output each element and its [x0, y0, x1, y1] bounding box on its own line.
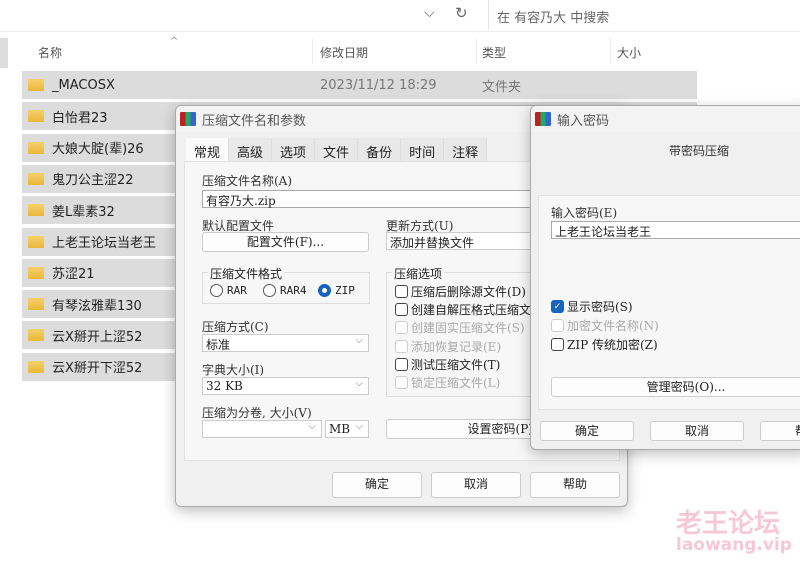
folder-name: 大娘大腚(辈)26 [52, 142, 144, 158]
folder-row[interactable]: _MACOSX 2023/11/12 18:29 文件夹 [22, 71, 697, 99]
password-label: 输入密码(E) [551, 206, 618, 220]
manage-passwords-button[interactable]: 管理密码(O)... [551, 377, 800, 397]
option-checkbox[interactable]: 压缩后删除源文件(D) [395, 283, 526, 300]
search-input[interactable]: 在 有容乃大 中搜索 [488, 0, 800, 30]
column-divider[interactable] [610, 38, 611, 64]
password-dialog: 输入密码 带密码压缩 输入密码(E) 上老王论坛当老王 ✓ 显示密码(S) 加密文… [530, 105, 800, 450]
column-header-date[interactable]: 修改日期 [320, 44, 368, 61]
check-icon: ✓ [551, 300, 564, 313]
folder-name: 姜L辈素32 [52, 204, 115, 220]
refresh-icon[interactable]: ↻ [455, 4, 468, 22]
dict-label: 字典大小(I) [202, 363, 265, 377]
folder-icon [28, 235, 44, 248]
folder-icon [28, 172, 44, 185]
folder-name: _MACOSX [52, 77, 115, 93]
cancel-button[interactable]: 取消 [650, 421, 744, 441]
password-panel: 输入密码(E) 上老王论坛当老王 ✓ 显示密码(S) 加密文件名称(N) ZIP … [538, 195, 800, 410]
radio-rar[interactable]: RAR [210, 284, 247, 297]
folder-icon [28, 79, 44, 91]
option-checkbox[interactable]: 锁定压缩文件(L) [395, 374, 500, 391]
radio-zip[interactable]: ZIP [318, 284, 355, 297]
split-size-select[interactable]: ⌵ [202, 420, 322, 438]
folder-icon [28, 141, 44, 154]
column-divider[interactable] [312, 38, 313, 64]
column-header-type[interactable]: 类型 [482, 44, 506, 61]
archive-name-label: 压缩文件名称(A) [202, 174, 293, 188]
folder-name: 上老王论坛当老王 [52, 236, 157, 251]
show-password-checkbox[interactable]: ✓ 显示密码(S) [551, 298, 633, 315]
help-button[interactable]: 帮助 [530, 472, 620, 498]
option-checkbox[interactable]: 添加恢复记录(E) [395, 338, 501, 355]
dialog-title: 输入密码 [557, 113, 610, 129]
scrollbar[interactable] [0, 38, 8, 68]
folder-name: 云X掰开下涩52 [52, 361, 143, 377]
split-unit-select[interactable]: MB ⌵ [325, 420, 369, 438]
radio-rar4[interactable]: RAR4 [263, 284, 307, 297]
help-button[interactable]: 帮助 [760, 421, 800, 441]
zip-legacy-checkbox[interactable]: ZIP 传统加密(Z) [551, 336, 658, 353]
option-checkbox[interactable]: 创建固实压缩文件(S) [395, 319, 525, 336]
split-label: 压缩为分卷, 大小(V) [202, 406, 312, 420]
folder-icon [28, 266, 44, 279]
column-header-name[interactable]: 名称 [38, 44, 62, 61]
column-header-size[interactable]: 大小 [617, 44, 641, 61]
chevron-down-icon: ⌵ [308, 421, 316, 432]
sort-ascending-icon: ^ [170, 36, 179, 47]
folder-name: 白怡君23 [52, 110, 108, 126]
winrar-logo-icon [180, 112, 196, 126]
chevron-down-icon[interactable]: ⌵ [424, 5, 435, 21]
encrypt-names-checkbox[interactable]: 加密文件名称(N) [551, 317, 659, 334]
dialog-title: 压缩文件名和参数 [202, 113, 307, 129]
dialog-heading: 带密码压缩 [669, 144, 730, 158]
folder-icon [28, 298, 44, 311]
options-group-label: 压缩选项 [392, 265, 445, 282]
winrar-logo-icon [535, 112, 551, 126]
method-label: 压缩方式(C) [202, 320, 269, 334]
ok-button[interactable]: 确定 [332, 472, 422, 498]
chevron-down-icon: ⌵ [355, 378, 363, 389]
folder-icon [28, 110, 44, 123]
option-checkbox[interactable]: 测试压缩文件(T) [395, 356, 500, 373]
ok-button[interactable]: 确定 [540, 421, 634, 441]
folder-icon [28, 360, 44, 373]
folder-date: 2023/11/12 18:29 [320, 77, 437, 93]
chevron-down-icon: ⌵ [355, 335, 363, 346]
method-select[interactable]: 标准 ⌵ [202, 334, 369, 352]
dict-select[interactable]: 32 KB ⌵ [202, 377, 369, 395]
column-divider[interactable] [476, 38, 477, 64]
folder-name: 苏涩21 [52, 267, 95, 283]
cancel-button[interactable]: 取消 [431, 472, 521, 498]
folder-name: 有琴泫雅辈130 [52, 298, 142, 314]
format-group-label: 压缩文件格式 [208, 265, 285, 282]
password-input[interactable]: 上老王论坛当老王 [551, 221, 800, 239]
folder-name: 鬼刀公主涩22 [52, 173, 134, 189]
watermark-en: laowang.vip [676, 535, 792, 555]
folder-icon [28, 329, 44, 342]
folder-name: 云X掰开上涩52 [52, 329, 143, 345]
dialog-titlebar[interactable]: 输入密码 [531, 106, 800, 132]
folder-type: 文件夹 [482, 79, 522, 95]
chevron-down-icon: ⌵ [355, 421, 363, 432]
profile-button[interactable]: 配置文件(F)... [202, 232, 369, 252]
folder-icon [28, 204, 44, 217]
